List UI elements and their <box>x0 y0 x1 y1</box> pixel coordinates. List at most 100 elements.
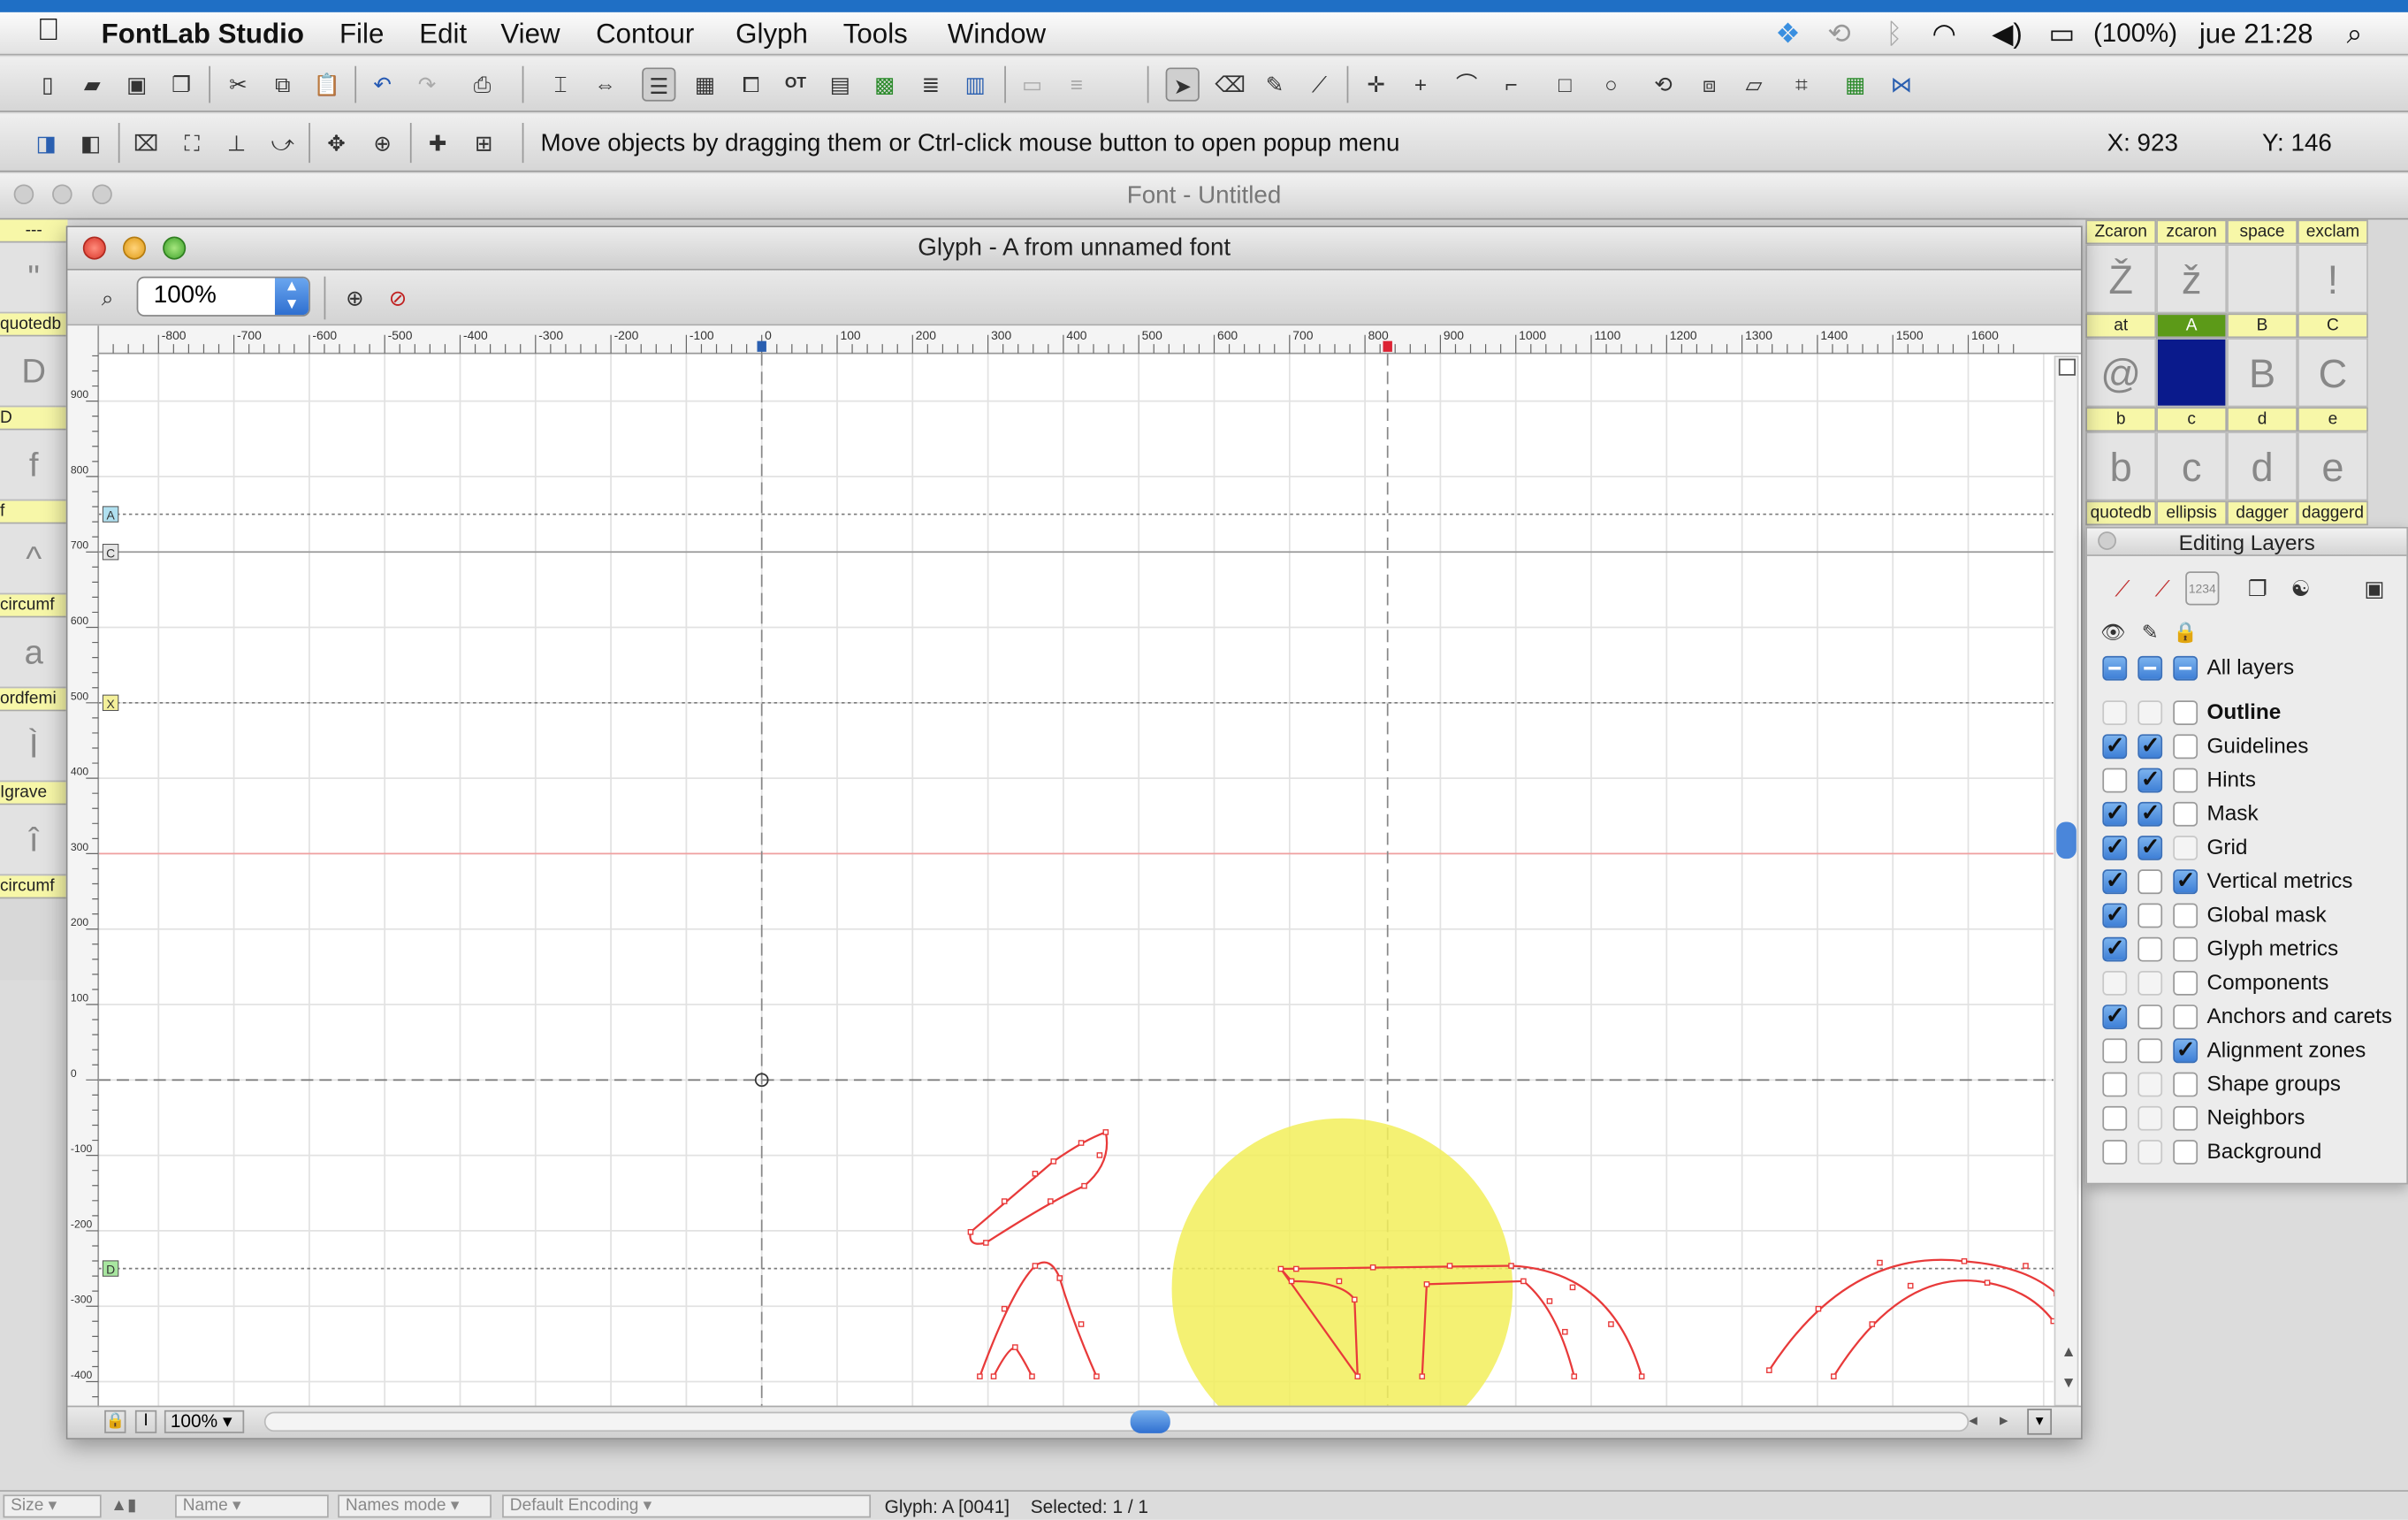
layer-editable-checkbox[interactable] <box>2137 833 2163 860</box>
move-icon[interactable]: ✥ <box>319 126 353 159</box>
glyph-cell[interactable]: ž <box>2156 244 2228 314</box>
left-glyph-header[interactable]: Igrave <box>0 782 68 806</box>
name-select[interactable]: Name ▾ <box>175 1494 329 1518</box>
layer-editable-checkbox[interactable] <box>2137 936 2163 962</box>
glyph-cell[interactable]: C <box>2298 338 2368 408</box>
menu-window[interactable]: Window <box>948 19 1046 50</box>
glyph-cell-header[interactable]: quotedb <box>2085 500 2157 526</box>
layer-row[interactable]: Outline <box>2099 698 2406 729</box>
zoom-fit-icon[interactable]: ⊘ <box>381 281 415 315</box>
align-icon[interactable]: ⌧ <box>129 126 163 159</box>
info-icon[interactable]: I <box>134 1409 157 1433</box>
layer-visible-checkbox[interactable] <box>2102 867 2128 895</box>
layer-editable-checkbox[interactable] <box>2137 869 2163 895</box>
layer-numbers-icon[interactable]: 1234 <box>2185 571 2220 606</box>
menu-glyph[interactable]: Glyph <box>735 19 808 50</box>
fit-icon[interactable]: ⛶ <box>175 126 209 159</box>
curve-icon[interactable]: ⤻ <box>266 126 300 159</box>
layer-editable-checkbox[interactable] <box>2137 970 2163 996</box>
list-icon[interactable]: ≣ <box>914 67 948 101</box>
slant-icon[interactable]: ▱ <box>1737 67 1771 101</box>
hint-tool-icon[interactable]: ▦ <box>1839 67 1872 101</box>
glyph-cell-header[interactable]: space <box>2227 219 2298 245</box>
glyph-cell-header[interactable]: zcaron <box>2156 219 2228 245</box>
knife-icon[interactable]: ⟋ <box>1302 67 1336 101</box>
left-glyph-header[interactable]: f <box>0 500 68 524</box>
cut-icon[interactable]: ✂ <box>221 67 255 101</box>
glyph-cell[interactable]: Ž <box>2085 244 2157 314</box>
glyph-cell[interactable]: @ <box>2085 338 2157 408</box>
glyph-cell[interactable]: c <box>2156 432 2228 501</box>
magnifier-icon[interactable]: ⌕ <box>91 281 125 315</box>
pointer-tool-icon[interactable]: ➤ <box>1165 67 1200 102</box>
glyph-window-icon[interactable]: ☰ <box>642 67 676 102</box>
glyph-cell-header[interactable]: B <box>2227 313 2298 339</box>
spotlight-icon[interactable]: ⌕ <box>2347 19 2363 50</box>
kerning-icon[interactable]: ⇔ <box>588 67 621 101</box>
layer-visible-checkbox[interactable] <box>2102 1002 2128 1029</box>
layer-editable-checkbox[interactable] <box>2137 1140 2163 1165</box>
layer-visible-checkbox[interactable] <box>2102 768 2128 793</box>
left-glyph-header[interactable]: D <box>0 407 68 431</box>
scroll-left-arrow[interactable]: ◂ <box>1969 1410 1977 1431</box>
rectangle-icon[interactable]: □ <box>1548 67 1581 101</box>
menu-file[interactable]: File <box>339 19 384 50</box>
layer-row[interactable]: Glyph metrics <box>2099 934 2406 965</box>
layer-lock-checkbox[interactable] <box>2173 734 2198 760</box>
glyph-cell-header[interactable]: C <box>2298 313 2368 339</box>
save-icon[interactable]: ▣ <box>120 67 154 101</box>
all-lock-toggle[interactable] <box>2173 655 2198 681</box>
layer-tool-pen-icon[interactable]: ⟋ <box>2106 571 2139 605</box>
left-glyph-header[interactable]: circumf <box>0 594 68 618</box>
menu-tools[interactable]: Tools <box>843 19 908 50</box>
layer-visible-checkbox[interactable] <box>2102 798 2128 827</box>
layer-editable-checkbox[interactable] <box>2137 765 2163 793</box>
layer-visible-checkbox[interactable] <box>2102 833 2128 860</box>
opentype-icon[interactable]: OT <box>779 67 812 101</box>
glyph-cell-header[interactable]: c <box>2156 407 2228 432</box>
left-glyph-header[interactable]: ordfemi <box>0 688 68 712</box>
ellipse-icon[interactable]: ○ <box>1594 67 1627 101</box>
horizontal-scrollbar[interactable] <box>263 1411 1970 1432</box>
layer-lock-checkbox[interactable] <box>2173 801 2198 827</box>
metrics-icon[interactable]: ⌶ <box>544 67 577 101</box>
layer-row[interactable]: Mask <box>2099 798 2406 829</box>
all-editable-toggle[interactable] <box>2137 655 2163 681</box>
layer-mask-icon[interactable]: ☯ <box>2283 571 2317 605</box>
zoom-stepper[interactable]: ▲ ▼ <box>274 278 309 316</box>
glyph-cell-header[interactable]: dagger <box>2227 500 2298 526</box>
left-glyph-cell[interactable]: ^ <box>0 523 68 595</box>
left-glyph-cell[interactable]: " <box>0 242 68 314</box>
layer-row[interactable]: Anchors and carets <box>2099 1002 2406 1033</box>
abc-icon[interactable]: ▤ <box>823 67 857 101</box>
eraser-icon[interactable]: ⌫ <box>1213 67 1246 101</box>
resize-menu-icon[interactable]: ▾ <box>2027 1409 2053 1435</box>
pen-icon[interactable]: ✎ <box>1258 67 1292 101</box>
layer-lock-checkbox[interactable] <box>2173 836 2198 860</box>
layer-editable-checkbox[interactable] <box>2137 1004 2163 1029</box>
glyph-cell-header[interactable]: b <box>2085 407 2157 432</box>
layer-visible-checkbox[interactable] <box>2102 700 2128 726</box>
layer-editable-checkbox[interactable] <box>2137 1038 2163 1064</box>
table-icon[interactable]: ▥ <box>958 67 992 101</box>
layer-options-icon[interactable]: ▣ <box>2358 571 2391 605</box>
layer-row[interactable]: Components <box>2099 967 2406 998</box>
left-glyph-cell[interactable]: î <box>0 805 68 876</box>
glyph-cell-header[interactable]: ellipsis <box>2156 500 2228 526</box>
layer-lock-checkbox[interactable] <box>2173 700 2198 726</box>
copy-icon[interactable]: ⧉ <box>266 67 300 101</box>
lock-icon[interactable]: 🔒 <box>104 1409 126 1433</box>
view-mode-icon[interactable]: ▲▮ <box>110 1494 136 1515</box>
encoding-select[interactable]: Default Encoding ▾ <box>502 1494 872 1518</box>
horizontal-scroll-thumb[interactable] <box>1130 1409 1170 1433</box>
layer-visible-checkbox[interactable] <box>2102 1072 2128 1097</box>
layer-row[interactable]: Guidelines <box>2099 731 2406 762</box>
layer-row[interactable]: Alignment zones <box>2099 1035 2406 1066</box>
glyph-cell-header[interactable]: Zcaron <box>2085 219 2157 245</box>
layers-close-button[interactable] <box>2098 531 2116 550</box>
print-icon[interactable]: ⎙ <box>465 67 499 101</box>
layer-lock-checkbox[interactable] <box>2173 936 2198 962</box>
layer-editable-checkbox[interactable] <box>2137 700 2163 726</box>
add-corner-icon[interactable]: + <box>1404 67 1437 101</box>
open-icon[interactable]: ▰ <box>75 67 109 101</box>
